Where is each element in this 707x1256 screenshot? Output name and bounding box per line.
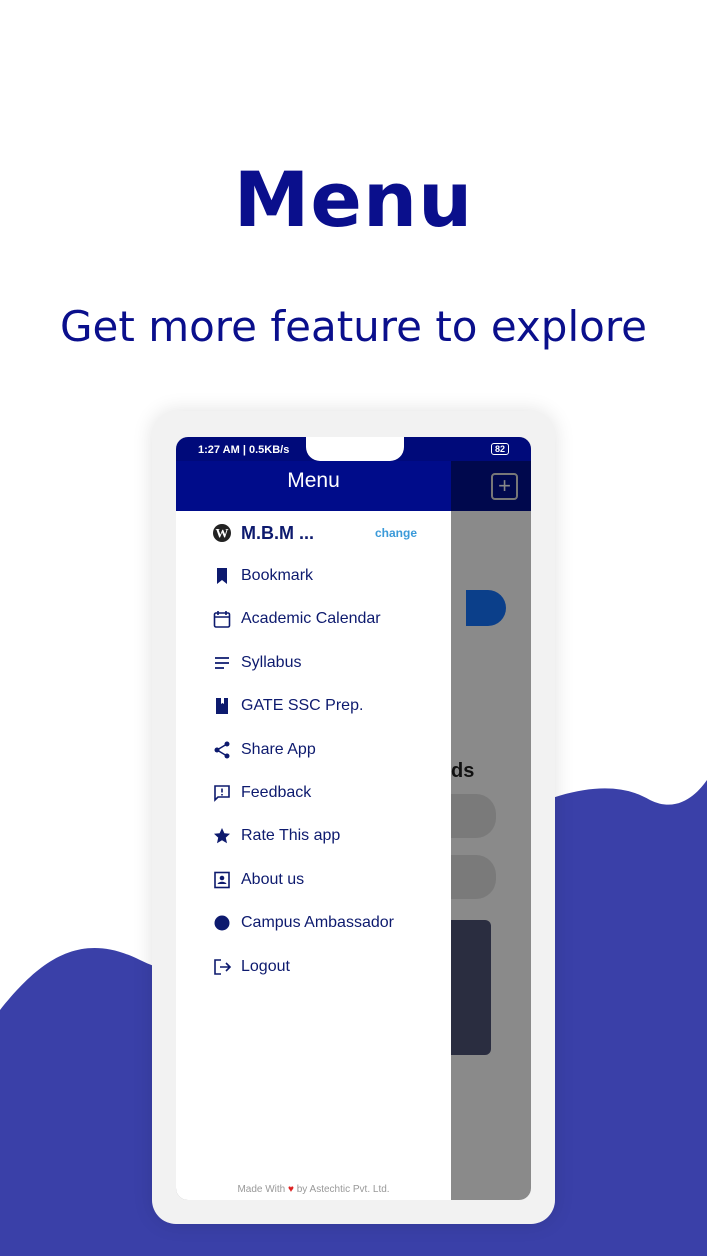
contact-icon [214,871,230,889]
navigation-drawer: Menu W M.B.M ... change Bookmark Academic… [176,437,451,1200]
menu-item-share-app[interactable]: Share App [212,738,316,762]
menu-item-syllabus[interactable]: Syllabus [212,651,301,675]
status-bar: 1:27 AM | 0.5KB/s 82 [176,437,531,461]
add-button[interactable]: + [491,473,518,500]
menu-item-label: Campus Ambassador [241,914,394,932]
background-dropdown-1 [451,794,496,838]
background-button [466,590,506,626]
menu-item-academic-calendar[interactable]: Academic Calendar [212,607,381,631]
star-icon [214,828,230,844]
menu-item-label: Rate This app [241,827,341,845]
menu-item-rate-this-app[interactable]: Rate This app [212,824,340,848]
battery-icon: 82 [490,443,509,455]
drawer-title: Menu [176,461,451,511]
logout-icon [214,958,232,975]
footer-credit: Made With ♥ by Astechtic Pvt. Ltd. [237,1184,390,1195]
menu-item-campus-ambassador[interactable]: Campus Ambassador [212,911,394,935]
menu-item-label: Academic Calendar [241,610,381,628]
promo-subtitle: Get more feature to explore [59,302,647,351]
menu-item-label: Bookmark [241,567,314,584]
background-illustration [451,920,491,1055]
menu-item-label: Feedback [241,784,312,801]
phone-screen: + ds Menu W M.B.M ... change Bookmark Aca… [176,437,531,1200]
change-link[interactable]: change [375,526,417,540]
notch [306,437,404,461]
menu-item-bookmark[interactable]: Bookmark [212,564,313,588]
menu-item-label: About us [241,870,305,888]
book-icon [216,698,228,715]
menu-item-label: Share App [241,740,316,758]
share-icon [214,741,230,759]
promo-title: Menu [233,155,474,244]
college-selector: W M.B.M ... [212,521,314,545]
background-heading: ds [451,760,475,782]
status-time: 1:27 AM | 0.5KB/s [198,444,290,456]
wordpress-icon: W [213,524,231,542]
calendar-icon [213,611,231,629]
menu-item-about-us[interactable]: About us [212,868,304,892]
college-name: M.B.M ... [241,522,314,543]
menu-item-gate-ssc-prep[interactable]: GATE SSC Prep. [212,694,363,718]
background-dropdown-2 [451,855,496,899]
circle-icon [214,915,230,931]
menu-item-label: Logout [241,957,290,975]
menu-item-logout[interactable]: Logout [212,955,290,979]
menu-item-label: GATE SSC Prep. [241,697,364,715]
bookmark-icon [217,568,227,584]
heart-icon: ♥ [288,1184,294,1195]
svg-text:W: W [216,526,229,541]
feedback-icon [214,785,230,802]
lines-icon [215,656,229,669]
menu-item-label: Syllabus [241,653,302,671]
menu-item-feedback[interactable]: Feedback [212,781,311,805]
